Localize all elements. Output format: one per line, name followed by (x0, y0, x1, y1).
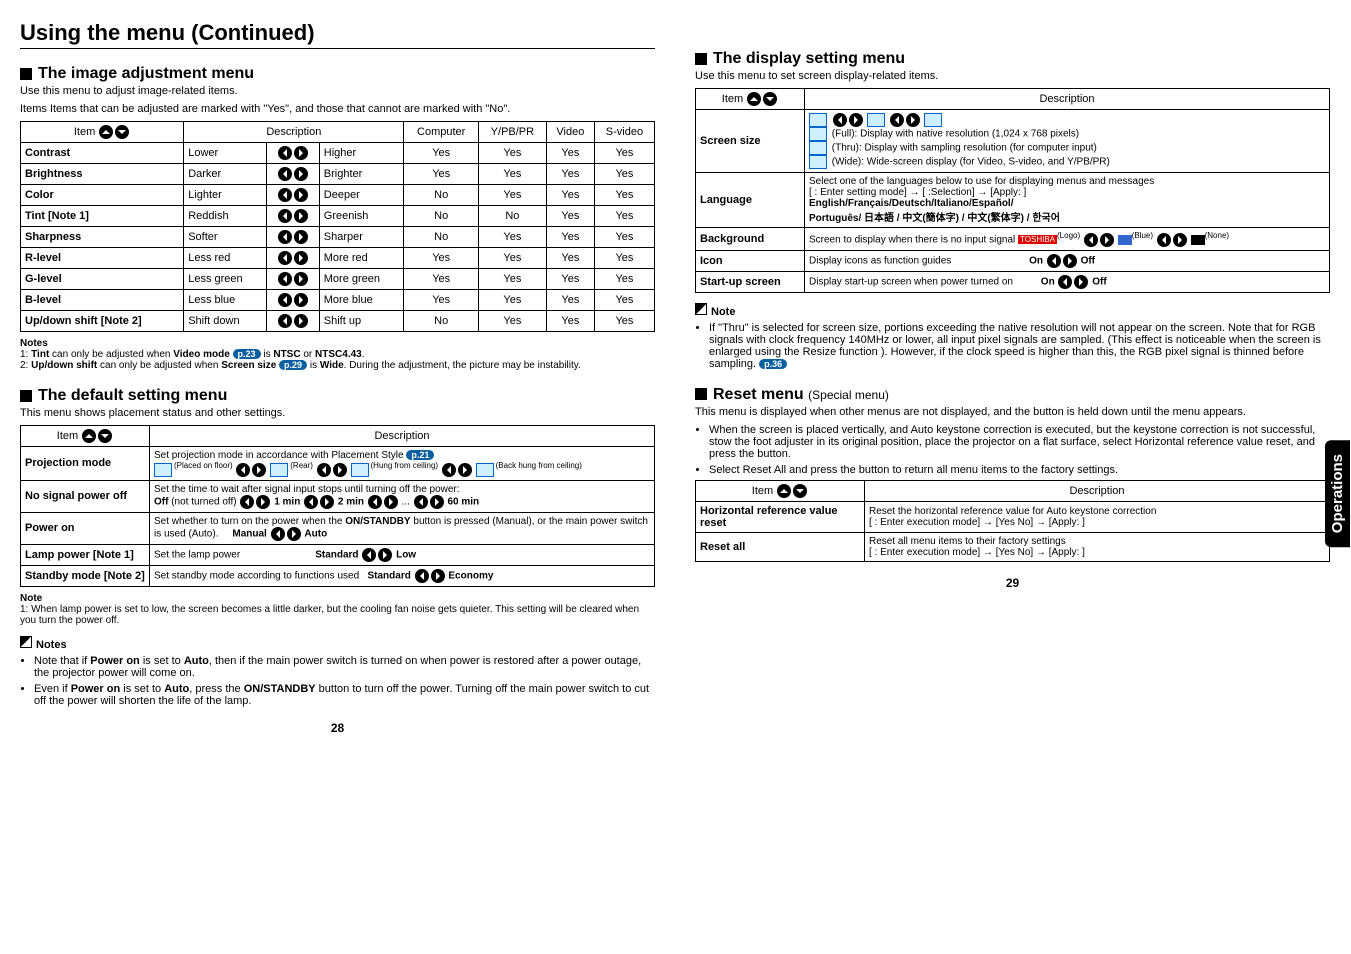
display-sub: Use this menu to set screen display-rela… (695, 70, 1330, 82)
left-column: Using the menu (Continued) The image adj… (20, 20, 655, 735)
table-row: Start-up screenDisplay start-up screen w… (696, 271, 1330, 292)
table-row: B-levelLess blueMore blueYesYesYesYes (21, 290, 655, 311)
table-row: Projection modeSet projection mode in ac… (21, 447, 655, 481)
default-table: Item Description Projection modeSet proj… (20, 425, 655, 587)
page-ref-pill: p.29 (279, 360, 307, 370)
hdr-video: Video (546, 122, 594, 143)
hdr-item: Item (21, 122, 184, 143)
notes-heading: Notes (20, 636, 655, 651)
image-adj-sub1: Use this menu to adjust image-related it… (20, 85, 655, 97)
table-row: LanguageSelect one of the languages belo… (696, 173, 1330, 228)
page-number-right: 29 (695, 576, 1330, 590)
table-row: IconDisplay icons as function guides On … (696, 250, 1330, 271)
default-notes-list: Note that if Power on is set to Auto, th… (34, 655, 655, 707)
reset-table: Item Description Horizontal reference va… (695, 480, 1330, 562)
default-note: Note 1: When lamp power is set to low, t… (20, 593, 655, 626)
reset-bullets: When the screen is placed vertically, an… (709, 424, 1330, 476)
hdr-computer: Computer (404, 122, 478, 143)
table-row: No signal power offSet the time to wait … (21, 480, 655, 512)
reset-sub: This menu is displayed when other menus … (695, 406, 1330, 418)
table-row: Power onSet whether to turn on the power… (21, 512, 655, 544)
table-row: ContrastLowerHigherYesYesYesYes (21, 143, 655, 164)
table-row: R-levelLess redMore redYesYesYesYes (21, 248, 655, 269)
table-row: SharpnessSofterSharperNoYesYesYes (21, 227, 655, 248)
image-adj-table: Item Description Computer Y/PB/PR Video … (20, 121, 655, 332)
page-ref-pill: p.23 (233, 349, 261, 359)
page-title: Using the menu (Continued) (20, 20, 655, 49)
down-icon (115, 125, 129, 139)
table-row: ColorLighterDeeperNoYesYesYes (21, 185, 655, 206)
display-note-list: If "Thru" is selected for screen size, p… (709, 322, 1330, 370)
image-adj-notes: Notes 1: Tint can only be adjusted when … (20, 338, 655, 371)
table-row: Horizontal reference value resetReset th… (696, 501, 1330, 532)
table-row: Standby mode [Note 2]Set standby mode ac… (21, 565, 655, 586)
default-heading: The default setting menu (20, 387, 655, 405)
list-item: If "Thru" is selected for screen size, p… (709, 322, 1330, 370)
right-icon (294, 146, 308, 160)
display-table: Item Description Screen size (Full): Dis… (695, 88, 1330, 293)
image-adj-sub2: Items Items that can be adjusted are mar… (20, 103, 655, 115)
left-icon (278, 146, 292, 160)
image-adj-heading: The image adjustment menu (20, 65, 655, 83)
table-row: Lamp power [Note 1]Set the lamp power St… (21, 544, 655, 565)
hdr-svideo: S-video (594, 122, 654, 143)
list-item: Note that if Power on is set to Auto, th… (34, 655, 655, 679)
display-heading: The display setting menu (695, 50, 1330, 68)
up-icon (99, 125, 113, 139)
list-item: Even if Power on is set to Auto, press t… (34, 683, 655, 707)
hdr-desc: Description (184, 122, 404, 143)
page-number-left: 28 (20, 721, 655, 735)
page: Using the menu (Continued) The image adj… (20, 20, 1330, 735)
list-item: When the screen is placed vertically, an… (709, 424, 1330, 460)
section-tab: Operations (1325, 440, 1350, 547)
hdr-ypbpr: Y/PB/PR (478, 122, 546, 143)
table-row: BackgroundScreen to display when there i… (696, 228, 1330, 251)
table-row: BrightnessDarkerBrighterYesYesYesYes (21, 164, 655, 185)
table-header-row: Item Description Computer Y/PB/PR Video … (21, 122, 655, 143)
display-note-heading: Note (695, 303, 1330, 318)
default-sub: This menu shows placement status and oth… (20, 407, 655, 419)
list-item: Select Reset All and press the button to… (709, 464, 1330, 476)
reset-heading: Reset menu (Special menu) (695, 386, 1330, 404)
table-row: Tint [Note 1]ReddishGreenishNoNoYesYes (21, 206, 655, 227)
table-row: Screen size (Full): Display with native … (696, 110, 1330, 173)
table-row: Reset allReset all menu items to their f… (696, 532, 1330, 561)
table-row: G-levelLess greenMore greenYesYesYesYes (21, 269, 655, 290)
table-row: Up/down shift [Note 2]Shift downShift up… (21, 311, 655, 332)
right-column: The display setting menu Use this menu t… (695, 20, 1330, 735)
page-ref-pill: p.36 (759, 359, 787, 369)
